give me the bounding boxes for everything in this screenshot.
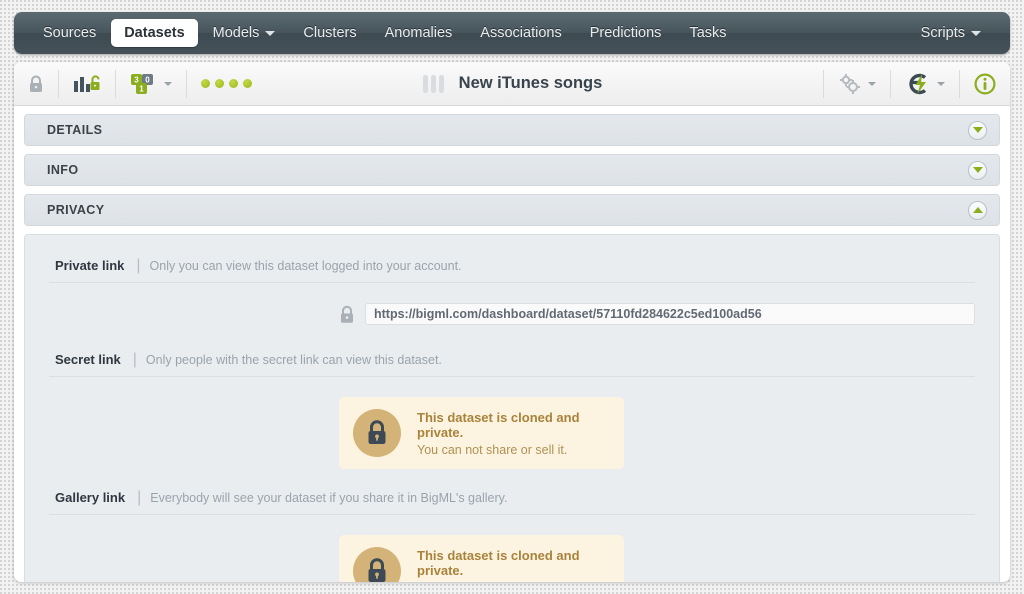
notice-text-group: This dataset is cloned and private. You … (417, 410, 598, 457)
notice-subtitle: You can not share or sell it. (417, 442, 568, 457)
content-card: 3 0 1 New iTunes songs DETAILS INFO PRIV… (14, 62, 1010, 582)
notice-title: This dataset is cloned and private. (417, 409, 580, 440)
nav-label: Predictions (589, 25, 662, 41)
private-link-field-row: https://bigml.com/dashboard/dataset/5711… (49, 303, 975, 325)
privacy-panel-body: Private link | Only you can view this da… (24, 234, 1000, 582)
configure-button[interactable] (824, 62, 890, 106)
chevron-down-icon (971, 30, 981, 36)
chevron-down-icon (164, 81, 172, 86)
nav-item-datasets[interactable]: Datasets (111, 19, 198, 47)
panel-title: INFO (47, 163, 79, 177)
nav-item-tasks[interactable]: Tasks (676, 19, 739, 47)
chevron-down-icon (972, 167, 983, 173)
dataset-toolbar: 3 0 1 New iTunes songs (14, 62, 1010, 106)
nav-label: Associations (480, 25, 562, 41)
svg-text:1: 1 (139, 84, 144, 93)
accordion: DETAILS INFO PRIVACY Private link | Only… (14, 106, 1010, 582)
lock-button[interactable] (14, 62, 58, 106)
nav-right-group: Scripts (908, 19, 994, 47)
panel-toggle-details[interactable] (968, 120, 987, 140)
nav-label: Models (212, 25, 260, 41)
padlock-icon-circle (353, 547, 401, 582)
notice-subtitle: You can not share or sell it. (417, 581, 598, 583)
label-divider: | (132, 351, 137, 368)
secret-link-notice-wrap: This dataset is cloned and private. You … (49, 397, 975, 469)
status-dot (229, 79, 238, 88)
toolbar-right-group (823, 62, 1010, 106)
lock-icon (30, 75, 42, 92)
panel-toggle-info[interactable] (968, 160, 987, 180)
lock-icon (341, 305, 353, 323)
panel-title: PRIVACY (47, 203, 105, 217)
nav-item-scripts[interactable]: Scripts (908, 19, 994, 47)
svg-text:0: 0 (145, 75, 150, 84)
panel-toggle-privacy[interactable] (968, 200, 987, 220)
gallery-link-notice: This dataset is cloned and private. You … (339, 535, 624, 582)
private-link-row: Private link | Only you can view this da… (49, 257, 975, 283)
gallery-link-label: Gallery link (55, 490, 126, 505)
dataset-icon (422, 74, 444, 93)
padlock-icon-circle (353, 409, 401, 457)
label-divider: | (137, 489, 142, 506)
private-link-input[interactable]: https://bigml.com/dashboard/dataset/5711… (365, 303, 975, 325)
chevron-down-icon (972, 127, 983, 133)
main-navigation: Sources Datasets Models Clusters Anomali… (14, 12, 1010, 54)
panel-header-privacy[interactable]: PRIVACY (24, 194, 1000, 226)
status-dot (201, 79, 210, 88)
dataset-unlocked-icon (74, 74, 100, 92)
private-link-hint: Only you can view this dataset logged in… (149, 259, 462, 273)
secret-link-notice: This dataset is cloned and private. You … (339, 397, 624, 469)
secret-link-hint: Only people with the secret link can vie… (145, 353, 442, 367)
nav-item-clusters[interactable]: Clusters (290, 19, 369, 47)
info-button[interactable] (960, 62, 1010, 106)
gears-icon (840, 73, 861, 94)
status-dot (243, 79, 252, 88)
nav-item-associations[interactable]: Associations (467, 19, 574, 47)
gallery-link-row: Gallery link | Everybody will see your d… (49, 489, 975, 515)
gallery-link-notice-wrap: This dataset is cloned and private. You … (49, 535, 975, 582)
info-icon (974, 73, 996, 94)
secret-link-label: Secret link (55, 352, 121, 367)
nav-item-anomalies[interactable]: Anomalies (372, 19, 466, 47)
nav-label: Tasks (689, 25, 727, 41)
chevron-down-icon (937, 81, 945, 86)
panel-header-details[interactable]: DETAILS (24, 114, 1000, 146)
nav-label: Anomalies (384, 25, 453, 41)
secret-link-row: Secret link | Only people with the secre… (49, 351, 975, 377)
notice-title: This dataset is cloned and private. (417, 547, 580, 578)
nav-item-sources[interactable]: Sources (30, 19, 109, 47)
field-types-icon: 3 0 1 (131, 73, 153, 94)
nav-item-predictions[interactable]: Predictions (577, 19, 675, 47)
field-types-button[interactable]: 3 0 1 (116, 62, 186, 106)
status-dot (215, 79, 224, 88)
gallery-link-hint: Everybody will see your dataset if you s… (150, 491, 508, 505)
chevron-down-icon (265, 30, 276, 36)
nav-label: Scripts (920, 25, 965, 41)
nav-items: Sources Datasets Models Clusters Anomali… (30, 19, 740, 47)
flash-icon (909, 73, 927, 94)
notice-text-group: This dataset is cloned and private. You … (417, 548, 598, 583)
panel-title: DETAILS (47, 123, 103, 137)
dataset-visibility-button[interactable] (59, 62, 115, 106)
padlock-icon (368, 558, 386, 582)
nav-label: Datasets (124, 25, 185, 41)
chevron-down-icon (868, 81, 876, 86)
nav-label: Sources (43, 25, 97, 41)
panel-header-info[interactable]: INFO (24, 154, 1000, 186)
private-link-label: Private link (55, 258, 125, 273)
actions-button[interactable] (891, 62, 959, 106)
status-dots (187, 62, 266, 106)
nav-item-models[interactable]: Models (200, 19, 289, 47)
chevron-up-icon (972, 207, 983, 213)
page-title: New iTunes songs (458, 74, 603, 92)
nav-label: Clusters (303, 25, 357, 41)
padlock-icon (368, 420, 386, 444)
label-divider: | (136, 257, 141, 274)
